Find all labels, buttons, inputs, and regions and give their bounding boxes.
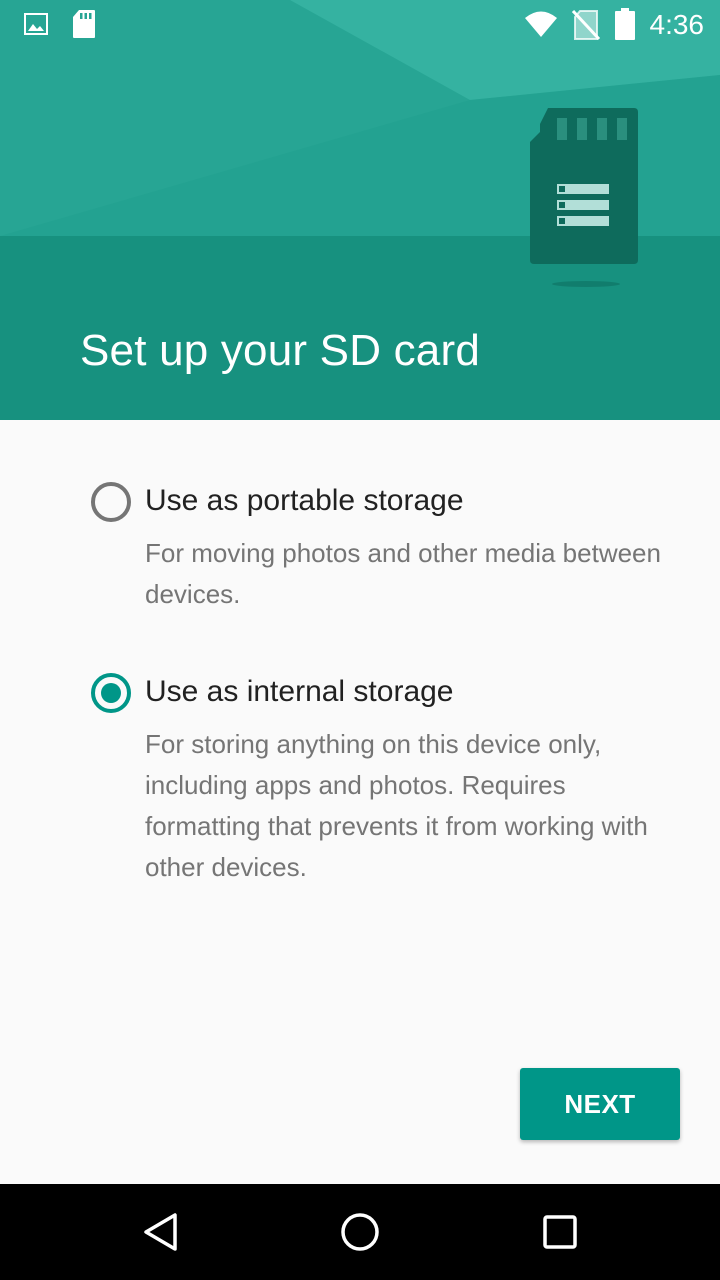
page-title: Set up your SD card [80,326,480,375]
battery-icon [615,8,635,40]
option-internal-storage[interactable]: Use as internal storage For storing anyt… [0,669,720,889]
no-sim-icon [572,10,600,40]
option-description: For storing anything on this device only… [145,729,648,882]
wifi-icon [525,11,557,37]
option-portable-storage[interactable]: Use as portable storage For moving photo… [0,478,720,628]
radio-portable-storage[interactable] [91,482,131,522]
image-icon [24,13,48,35]
option-title: Use as internal storage [145,675,454,708]
option-description: For moving photos and other media betwee… [145,538,661,609]
sd-card-setup-screen: Set up your SD card 4:36 Use as portable… [0,0,720,1280]
sd-card-illustration [530,108,638,287]
status-bar: 4:36 [0,0,720,48]
navigation-bar [0,1184,720,1280]
home-icon[interactable] [300,1184,420,1280]
option-title: Use as portable storage [145,484,464,517]
back-icon[interactable] [100,1184,220,1280]
radio-internal-storage[interactable] [91,673,131,713]
recents-icon[interactable] [500,1184,620,1280]
header: Set up your SD card [0,0,720,420]
status-time: 4:36 [649,9,705,40]
next-button[interactable]: NEXT [520,1068,680,1140]
sd-card-icon [73,10,95,38]
